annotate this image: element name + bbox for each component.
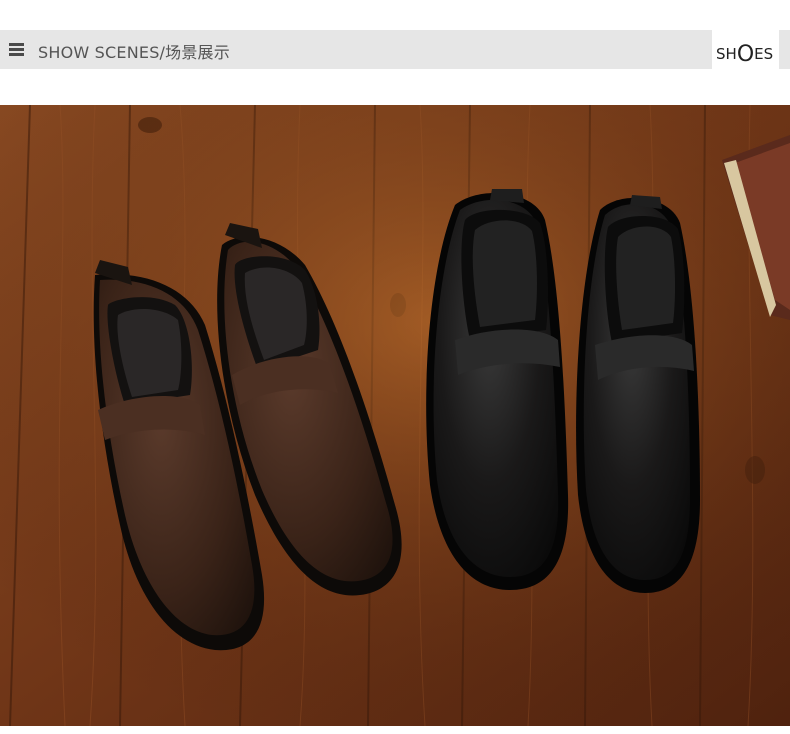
section-header-bar: SHOW SCENES/场景展示 bbox=[0, 30, 712, 69]
shoes-photo-svg bbox=[0, 105, 790, 726]
brand-cap: O bbox=[736, 42, 755, 67]
menu-icon bbox=[9, 43, 24, 57]
brand-label: SHOES bbox=[716, 40, 774, 67]
brand-pre: SH bbox=[716, 45, 737, 63]
brand-post: ES bbox=[754, 45, 774, 63]
black-shoe-right bbox=[576, 195, 700, 593]
black-shoe-left bbox=[426, 189, 569, 590]
section-title: SHOW SCENES/场景展示 bbox=[38, 43, 230, 62]
product-photo bbox=[0, 105, 790, 726]
header-end-bar bbox=[779, 30, 790, 69]
